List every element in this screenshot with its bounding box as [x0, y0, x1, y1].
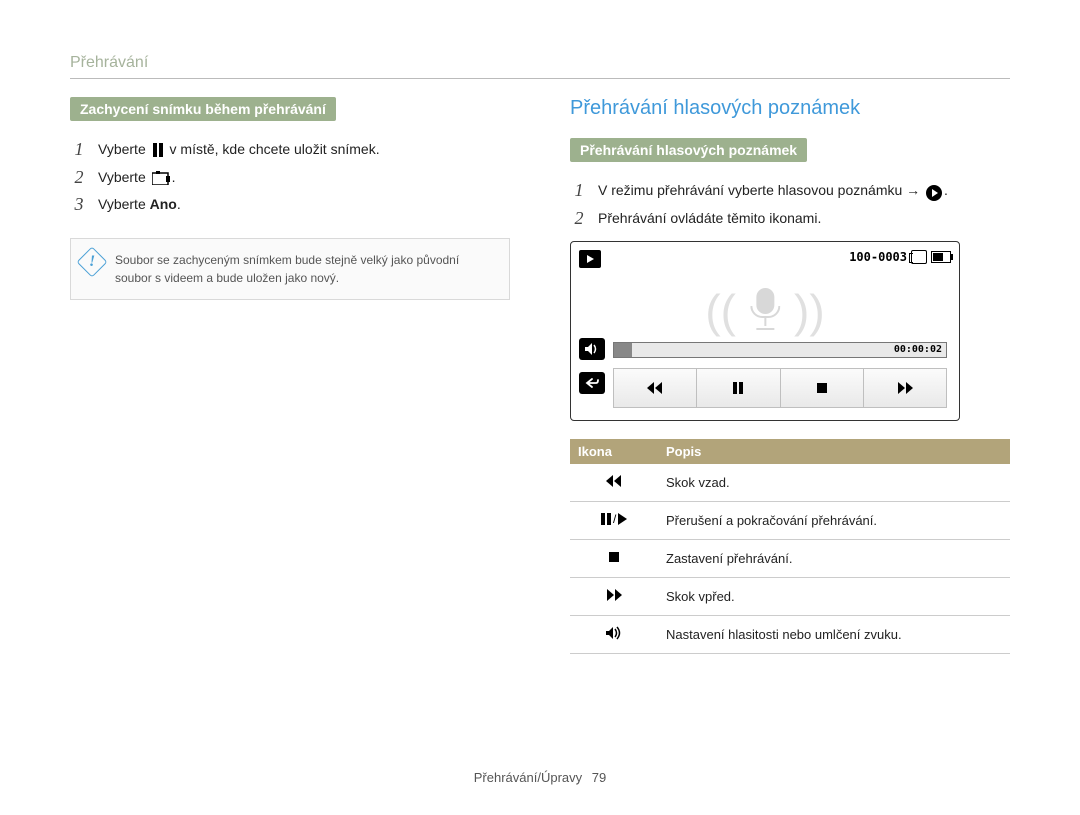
device-play-indicator — [579, 250, 601, 268]
th-desc: Popis — [658, 439, 1010, 464]
note-icon: ! — [76, 246, 107, 277]
step-2: 2 Vyberte . — [70, 167, 510, 189]
device-top-right: 100-0003 — [849, 250, 951, 264]
step-1-text: Vyberte v místě, kde chcete uložit sníme… — [98, 139, 380, 160]
table-row: Zastavení přehrávání. — [570, 540, 1010, 578]
note-text: Soubor se zachyceným snímkem bude stejně… — [115, 253, 459, 285]
step-r2: 2 Přehrávání ovládáte těmito ikonami. — [570, 208, 1010, 230]
row-icon-forward — [570, 578, 658, 616]
progress-time: 00:00:02 — [894, 344, 942, 355]
footer-section: Přehrávání/Úpravy — [474, 770, 582, 785]
row-icon-volume — [570, 616, 658, 654]
step-2-text: Vyberte . — [98, 167, 176, 188]
mic-graphic: (( )) — [705, 284, 824, 338]
right-column: Přehrávání hlasových poznámek Přehrávání… — [570, 97, 1010, 654]
step-number-1: 1 — [70, 139, 88, 161]
progress-bar[interactable]: 00:00:02 — [613, 342, 947, 358]
step-1-pre: Vyberte — [98, 141, 150, 157]
device-screen: 100-0003 (( )) 00:00:02 — [570, 241, 960, 421]
page-title: Přehrávání — [70, 54, 1010, 72]
th-icon: Ikona — [570, 439, 658, 464]
step-number-3: 3 — [70, 194, 88, 216]
step-number-r1: 1 — [570, 180, 588, 202]
step-r1: 1 V režimu přehrávání vyberte hlasovou p… — [570, 180, 1010, 202]
row-desc-forward: Skok vpřed. — [658, 578, 1010, 616]
right-subheader: Přehrávání hlasových poznámek — [570, 138, 807, 162]
row-icon-pause-play: / — [570, 502, 658, 540]
step-3-pre: Vyberte — [98, 196, 150, 212]
pause-button[interactable] — [697, 369, 780, 407]
step-r2-text: Přehrávání ovládáte těmito ikonami. — [598, 208, 821, 229]
device-file-code: 100-0003 — [849, 250, 907, 264]
rewind-button[interactable] — [614, 369, 697, 407]
table-row: Skok vzad. — [570, 464, 1010, 502]
table-row: Skok vpřed. — [570, 578, 1010, 616]
table-row: Nastavení hlasitosti nebo umlčení zvuku. — [570, 616, 1010, 654]
row-desc-volume: Nastavení hlasitosti nebo umlčení zvuku. — [658, 616, 1010, 654]
play-circle-icon — [926, 185, 942, 201]
step-r1-text: V režimu přehrávání vyberte hlasovou poz… — [598, 180, 948, 201]
row-desc-stop: Zastavení přehrávání. — [658, 540, 1010, 578]
step-3-bold: Ano — [150, 196, 177, 212]
icon-table: Ikona Popis Skok vzad. / Přerušení a pok… — [570, 439, 1010, 654]
step-3-text: Vyberte Ano. — [98, 194, 181, 215]
stop-button[interactable] — [781, 369, 864, 407]
sound-wave-right: )) — [794, 284, 825, 338]
step-2-pre: Vyberte — [98, 169, 150, 185]
camera-icon — [152, 171, 170, 185]
svg-text:/: / — [613, 512, 617, 526]
step-1-post: v místě, kde chcete uložit snímek. — [170, 141, 380, 157]
section-title: Přehrávání hlasových poznámek — [570, 97, 1010, 120]
forward-button[interactable] — [864, 369, 946, 407]
back-side-button[interactable] — [579, 372, 605, 394]
left-subheader: Zachycení snímku během přehrávání — [70, 97, 336, 121]
columns: Zachycení snímku během přehrávání 1 Vybe… — [70, 97, 1010, 654]
footer: Přehrávání/Úpravy 79 — [0, 770, 1080, 785]
memory-card-icon — [911, 250, 927, 264]
left-column: Zachycení snímku během přehrávání 1 Vybe… — [70, 97, 510, 654]
volume-side-button[interactable] — [579, 338, 605, 360]
footer-page: 79 — [592, 770, 606, 785]
title-rule — [70, 78, 1010, 79]
step-3: 3 Vyberte Ano. — [70, 194, 510, 216]
row-icon-stop — [570, 540, 658, 578]
step-number-r2: 2 — [570, 208, 588, 230]
progress-fill — [614, 343, 632, 357]
battery-icon — [931, 251, 951, 263]
sound-wave-left: (( — [705, 284, 736, 338]
step-r1-pre: V režimu přehrávání vyberte hlasovou poz… — [598, 182, 924, 198]
playback-controls — [613, 368, 947, 408]
pause-icon — [152, 143, 164, 157]
microphone-icon — [748, 288, 782, 334]
note-box: ! Soubor se zachyceným snímkem bude stej… — [70, 238, 510, 300]
manual-page: Přehrávání Zachycení snímku během přehrá… — [0, 0, 1080, 815]
row-icon-rewind — [570, 464, 658, 502]
row-desc-rewind: Skok vzad. — [658, 464, 1010, 502]
step-1: 1 Vyberte v místě, kde chcete uložit sní… — [70, 139, 510, 161]
step-number-2: 2 — [70, 167, 88, 189]
table-row: / Přerušení a pokračování přehrávání. — [570, 502, 1010, 540]
row-desc-pause-play: Přerušení a pokračování přehrávání. — [658, 502, 1010, 540]
